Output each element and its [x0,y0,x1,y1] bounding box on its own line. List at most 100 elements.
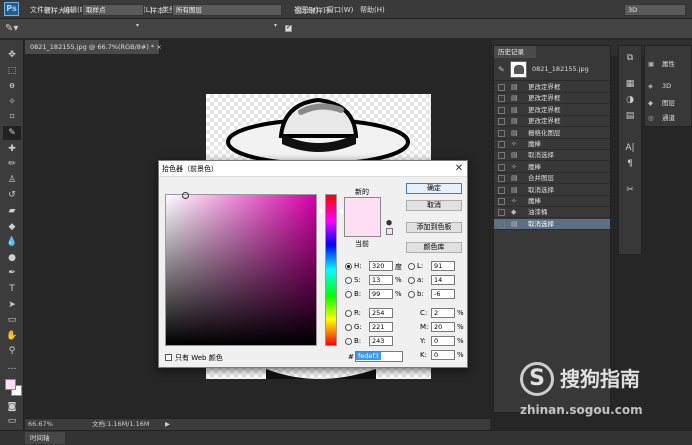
workspace-select[interactable]: 3D [624,4,686,16]
history-item[interactable]: ▤ 更改定界框 [494,82,610,93]
current-color-swatch[interactable] [344,217,381,237]
history-source-checkbox[interactable] [498,220,505,228]
lab-a-input[interactable]: 14 [431,275,455,285]
pen-tool-icon[interactable]: ✒ [3,266,21,280]
menu-item[interactable]: 窗口(W) [327,5,353,15]
history-item[interactable]: ▤ 取消选择 [494,150,610,162]
clone-stamp-icon[interactable]: ♙ [3,173,21,187]
brightness-input[interactable]: 99 [369,289,393,299]
history-source-checkbox[interactable] [498,129,505,137]
hue-slider[interactable] [325,194,337,346]
magenta-input[interactable]: 20 [431,322,455,332]
adjustments-panel-icon[interactable]: ◑ [621,92,639,108]
lab-a-radio[interactable] [408,277,415,284]
channels-tab[interactable]: ◎ 通道 [648,112,675,122]
eyedropper-tool-icon[interactable]: ✎ [3,126,21,140]
brush-tool-icon[interactable]: ✏ [3,157,21,171]
black-input[interactable]: 0 [431,350,455,360]
blue-radio[interactable] [345,338,352,345]
web-safe-swatch[interactable] [386,228,393,235]
screen-mode-icon[interactable]: ▭ [3,414,21,428]
hue-slider-left-arrow[interactable] [319,208,324,214]
history-panel-icon[interactable]: ⧉ [621,50,639,66]
cube-warning-icon[interactable]: ⬢ [386,219,392,227]
web-colors-only-checkbox[interactable] [165,354,172,361]
show-ring-checkbox[interactable]: ✓ [285,23,292,32]
healing-brush-icon[interactable]: ✚ [3,142,21,156]
history-source-checkbox[interactable] [498,186,505,194]
character-panel-icon[interactable]: A| [621,140,639,156]
lab-b-input[interactable]: -6 [431,289,455,299]
green-radio[interactable] [345,324,352,331]
saturation-brightness-field[interactable] [165,194,317,346]
history-tab[interactable]: 历史记录 [494,46,536,58]
saturation-input[interactable]: 13 [369,275,393,285]
tools-preset-icon[interactable]: ✂ [621,182,639,198]
close-icon[interactable]: × [156,43,161,51]
lab-l-radio[interactable] [408,263,415,270]
blur-tool-icon[interactable]: 💧 [3,235,21,249]
marquee-tool-icon[interactable]: ⬚ [3,64,21,78]
history-source-checkbox[interactable] [498,95,505,103]
history-source-checkbox[interactable] [498,198,505,205]
history-item[interactable]: ▤ 更改定界框 [494,105,610,116]
document-tab[interactable]: 0821_182155.jpg @ 66.7%(RGB/8#) * × [25,40,162,54]
dodge-tool-icon[interactable]: ● [3,251,21,265]
hue-input[interactable]: 320 [369,261,393,271]
eyedropper-preset-icon[interactable]: ✎▾ [5,22,27,36]
3d-tab[interactable]: ◈ 3D [648,82,671,90]
quick-select-icon[interactable]: ✧ [3,95,21,109]
sample-size-select[interactable]: 取样点 [82,4,144,16]
red-radio[interactable] [345,310,352,317]
zoom-level[interactable]: 66.67% [28,419,53,430]
cyan-input[interactable]: 2 [431,308,455,318]
yellow-input[interactable]: 0 [431,336,455,346]
foreground-color-swatch[interactable] [5,379,16,390]
hue-radio[interactable] [345,263,352,270]
green-input[interactable]: 221 [369,322,393,332]
history-item[interactable]: ✧ 魔棒 [494,162,610,173]
blue-input[interactable]: 243 [369,336,393,346]
shape-tool-icon[interactable]: ▭ [3,313,21,327]
more-tools-icon[interactable]: … [3,360,21,374]
sample-select[interactable]: 所有图层 [172,4,282,16]
timeline-tab[interactable]: 时间轴 [25,432,65,444]
history-brush-icon[interactable]: ↺ [3,188,21,202]
history-source-checkbox[interactable] [498,84,505,91]
swatches-panel-icon[interactable]: ▦ [621,76,639,92]
history-source-checkbox[interactable] [498,141,505,148]
close-icon[interactable]: ✕ [453,161,465,177]
history-source-checkbox[interactable] [498,163,505,171]
history-item[interactable]: ▤ 栅格化图层 [494,128,610,139]
add-to-swatches-button[interactable]: 添加到色板 [406,222,462,233]
hand-tool-icon[interactable]: ✋ [3,329,21,343]
hex-input[interactable]: fedef3 [355,351,403,362]
cancel-button[interactable]: 取消 [406,200,462,211]
lab-l-input[interactable]: 91 [431,261,455,271]
styles-panel-icon[interactable]: ▤ [621,108,639,124]
zoom-tool-icon[interactable]: ⚲ [3,344,21,358]
ok-button[interactable]: 确定 [406,183,462,194]
lasso-tool-icon[interactable]: ɵ [3,79,21,93]
history-item[interactable]: ▤ 更改定界框 [494,93,610,105]
paint-bucket-icon[interactable]: ◆ [3,220,21,234]
history-source-checkbox[interactable] [498,106,505,114]
history-item[interactable]: ▤ 合并图层 [494,173,610,185]
properties-tab[interactable]: ▣ 属性 [648,58,675,68]
color-libraries-button[interactable]: 颜色库 [406,242,462,253]
red-input[interactable]: 254 [369,308,393,318]
saturation-radio[interactable] [345,277,352,284]
history-item[interactable]: ✧ 魔棒 [494,196,610,207]
history-item[interactable]: ▤ 取消选择 [494,185,610,196]
quick-mask-icon[interactable]: ◙ [3,400,21,414]
layers-tab[interactable]: ◆ 图层 [648,97,675,107]
history-source-checkbox[interactable] [498,175,505,183]
history-item[interactable]: ✧ 魔棒 [494,139,610,150]
history-snapshot[interactable]: ✎ 0821_182155.jpg [494,59,610,81]
status-menu-arrow[interactable]: ▶ [165,419,170,430]
type-tool-icon[interactable]: T [3,282,21,296]
history-source-checkbox[interactable] [498,118,505,126]
eraser-tool-icon[interactable]: ▰ [3,204,21,218]
lab-b-radio[interactable] [408,291,415,298]
history-source-checkbox[interactable] [498,209,505,217]
